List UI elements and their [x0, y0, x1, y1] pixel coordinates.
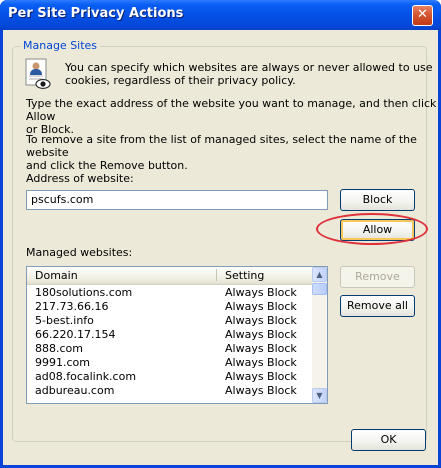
intro-line-1: You can specify which websites are alway…	[65, 61, 433, 74]
scroll-up-button[interactable]: ▲	[312, 267, 327, 282]
row-setting: Always Block	[225, 384, 297, 397]
table-row[interactable]: adbureau.com Always Block	[27, 384, 312, 398]
remove-all-button[interactable]: Remove all	[340, 295, 415, 317]
column-domain[interactable]: Domain	[35, 269, 78, 282]
intro-text: You can specify which websites are alway…	[65, 61, 433, 87]
managed-websites-list[interactable]: Domain Setting 180solutions.com Always B…	[26, 266, 328, 404]
column-setting[interactable]: Setting	[225, 269, 264, 282]
type-instructions: Type the exact address of the website yo…	[26, 97, 438, 136]
allow-highlight-ring	[316, 213, 428, 245]
row-setting: Always Block	[225, 286, 297, 299]
row-setting: Always Block	[225, 314, 297, 327]
privacy-person-eye-icon	[25, 58, 51, 90]
managed-websites-label: Managed websites:	[26, 246, 133, 259]
remove-button[interactable]: Remove	[340, 266, 415, 288]
scroll-thumb[interactable]	[312, 283, 327, 295]
type-instructions-line-1: Type the exact address of the website yo…	[26, 97, 437, 123]
intro-line-2: cookies, regardless of their privacy pol…	[65, 74, 296, 87]
row-setting: Always Block	[225, 300, 297, 313]
remove-instructions: To remove a site from the list of manage…	[26, 133, 438, 172]
table-row[interactable]: 5-best.info Always Block	[27, 314, 312, 328]
row-domain: ad08.focalink.com	[35, 370, 137, 383]
close-icon: ✕	[417, 7, 428, 22]
ok-button[interactable]: OK	[351, 429, 426, 451]
column-divider[interactable]	[216, 269, 217, 281]
row-setting: Always Block	[225, 328, 297, 341]
dialog-client-area: Manage Sites You can specify which websi…	[3, 30, 438, 465]
table-row[interactable]: 217.73.66.16 Always Block	[27, 300, 312, 314]
close-button[interactable]: ✕	[412, 5, 433, 26]
table-row[interactable]: 66.220.17.154 Always Block	[27, 328, 312, 342]
scroll-down-button[interactable]: ▼	[312, 388, 327, 403]
remove-instructions-line-1: To remove a site from the list of manage…	[26, 133, 417, 159]
row-domain: 5-best.info	[35, 314, 94, 327]
group-label: Manage Sites	[20, 39, 101, 52]
dialog-window: Per Site Privacy Actions ✕ Manage Sites …	[0, 0, 441, 468]
row-domain: 888.com	[35, 342, 83, 355]
row-domain: 217.73.66.16	[35, 300, 109, 313]
row-setting: Always Block	[225, 342, 297, 355]
list-scrollbar[interactable]: ▲ ▼	[312, 267, 327, 403]
row-domain: 66.220.17.154	[35, 328, 116, 341]
row-setting: Always Block	[225, 370, 297, 383]
chevron-up-icon: ▲	[316, 270, 323, 279]
window-title: Per Site Privacy Actions	[8, 6, 184, 21]
table-row[interactable]: 180solutions.com Always Block	[27, 286, 312, 300]
table-row[interactable]: 888.com Always Block	[27, 342, 312, 356]
row-setting: Always Block	[225, 356, 297, 369]
address-label: Address of website:	[26, 172, 134, 185]
row-domain: 9991.com	[35, 356, 90, 369]
chevron-down-icon: ▼	[316, 391, 323, 400]
title-bar[interactable]: Per Site Privacy Actions ✕	[0, 0, 441, 30]
row-domain: 180solutions.com	[35, 286, 133, 299]
block-button[interactable]: Block	[340, 189, 415, 211]
list-header: Domain Setting	[27, 267, 312, 285]
table-row[interactable]: 9991.com Always Block	[27, 356, 312, 370]
row-domain: adbureau.com	[35, 384, 115, 397]
address-input[interactable]: pscufs.com	[26, 190, 328, 210]
table-row[interactable]: ad08.focalink.com Always Block	[27, 370, 312, 384]
remove-instructions-line-2: and click the Remove button.	[26, 159, 188, 172]
